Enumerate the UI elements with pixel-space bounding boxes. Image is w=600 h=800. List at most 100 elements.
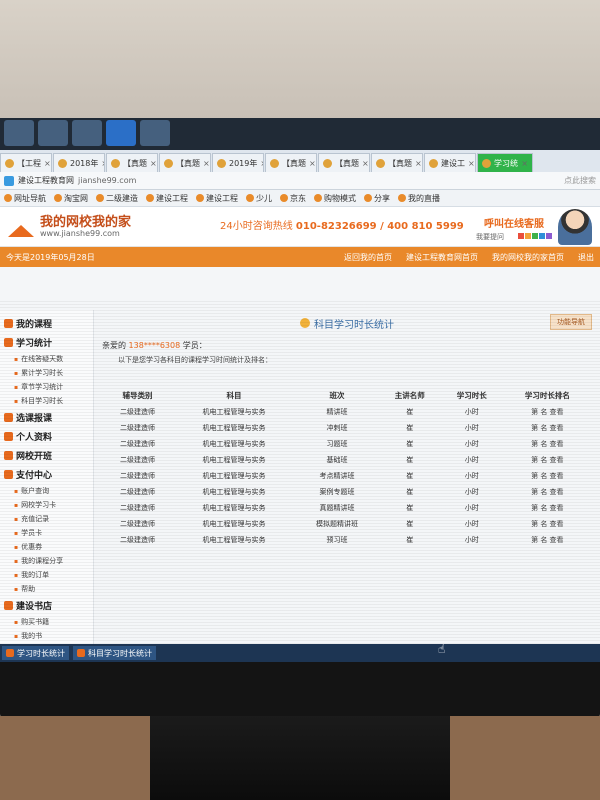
tab-close-icon[interactable]: ×	[260, 159, 263, 168]
sidebar-section[interactable]: 支付中心	[0, 465, 93, 484]
online-service-sub[interactable]: 我要提问	[476, 232, 504, 242]
nav-link[interactable]: 我的网校我的家首页	[492, 252, 564, 263]
bookmark-icon	[96, 194, 104, 202]
browser-tab[interactable]: 【真题 ×	[106, 153, 158, 172]
browser-tab[interactable]: 2019年×	[212, 153, 264, 172]
sidebar-item[interactable]: 我的订单	[0, 568, 93, 582]
table-cell: 小时	[464, 456, 479, 464]
sidebar-item[interactable]: 科目学习时长	[0, 394, 93, 408]
tab-close-icon[interactable]: ×	[415, 159, 422, 168]
table-cell: 小时	[464, 488, 479, 496]
sidebar-item[interactable]: 学员卡	[0, 526, 93, 540]
table-cell: 小时	[464, 408, 479, 416]
sidebar-item[interactable]: 网校学习卡	[0, 498, 93, 512]
browser-tab[interactable]: 建设工 ×	[424, 153, 476, 172]
desktop-shortcut-icon[interactable]	[72, 120, 102, 146]
tab-close-icon[interactable]: ×	[44, 159, 51, 168]
sidebar-item[interactable]: 我的书	[0, 629, 93, 643]
rank-cell[interactable]: 第 名 查看	[503, 468, 592, 484]
sidebar-section-title: 支付中心	[16, 471, 53, 481]
browser-tab[interactable]: 2018年×	[53, 153, 105, 172]
nav-link[interactable]: 建设工程教育网首页	[406, 252, 478, 263]
tab-close-icon[interactable]: ×	[468, 159, 475, 168]
sidebar-section[interactable]: 我的课程	[0, 314, 93, 333]
sidebar-item[interactable]: 账户查询	[0, 484, 93, 498]
bookmark-item[interactable]: 京东	[280, 193, 306, 204]
site-logo-title[interactable]: 我的网校我的家	[40, 211, 131, 230]
nav-link[interactable]: 退出	[578, 252, 594, 263]
address-bar[interactable]: 建设工程教育网 jianshe99.com 点此搜索	[0, 172, 600, 190]
sidebar-section[interactable]: 建设书店	[0, 596, 93, 615]
rank-cell[interactable]: 第 名 查看	[503, 500, 592, 516]
taskbar-item[interactable]: 学习时长统计	[2, 646, 69, 660]
tab-close-icon[interactable]: ×	[101, 159, 104, 168]
desktop-shortcut-icon[interactable]	[38, 120, 68, 146]
sidebar-item[interactable]: 章节学习统计	[0, 380, 93, 394]
browser-tab[interactable]: 学习统 ×	[477, 153, 533, 172]
bookmark-item[interactable]: 建设工程	[146, 193, 188, 204]
table-cell: 机电工程管理与实务	[202, 504, 266, 512]
bookmark-label: 京东	[290, 193, 306, 203]
table-cell: 崔	[406, 424, 414, 432]
rank-cell[interactable]: 第 名 查看	[503, 516, 592, 532]
table-cell: 机电工程管理与实务	[202, 440, 266, 448]
tab-close-icon[interactable]: ×	[362, 159, 369, 168]
desktop-shortcut-icon[interactable]	[4, 120, 34, 146]
desktop-shortcut-icon[interactable]	[140, 120, 170, 146]
browser-tab[interactable]: 【真题 ×	[159, 153, 211, 172]
bookmark-item[interactable]: 网址导航	[4, 193, 46, 204]
tab-label: 【真题	[388, 158, 412, 168]
desktop-shortcut-icon[interactable]	[106, 120, 136, 146]
address-search[interactable]: 点此搜索	[564, 175, 596, 186]
rank-cell[interactable]: 第 名 查看	[503, 452, 592, 468]
sidebar-section[interactable]: 学习统计	[0, 333, 93, 352]
tab-close-icon[interactable]: ×	[521, 159, 528, 168]
sidebar-item[interactable]: 购买书籍	[0, 615, 93, 629]
bookmark-item[interactable]: 我的直播	[398, 193, 440, 204]
sidebar-item[interactable]: 在线答疑天数	[0, 352, 93, 366]
bookmark-item[interactable]: 分享	[364, 193, 390, 204]
sidebar-section[interactable]: 网校开班	[0, 446, 93, 465]
address-url[interactable]: jianshe99.com	[78, 176, 560, 185]
notice-text: 以下是您学习各科目的课程学习时间统计及排名：	[118, 356, 272, 364]
wall-background	[0, 0, 600, 120]
online-service-link[interactable]: 呼叫在线客服	[484, 215, 544, 230]
function-nav-button[interactable]: 功能导航	[550, 314, 592, 330]
tab-label: 2019年	[229, 158, 258, 168]
sidebar-item[interactable]: 优惠券	[0, 540, 93, 554]
tab-close-icon[interactable]: ×	[150, 159, 157, 168]
sidebar-section[interactable]: 选课报课	[0, 408, 93, 427]
rank-cell[interactable]: 第 名 查看	[503, 532, 592, 548]
tab-favicon-icon	[111, 158, 120, 168]
rank-cell[interactable]: 第 名 查看	[503, 484, 592, 500]
browser-tab[interactable]: 【真题 ×	[318, 153, 370, 172]
rank-cell[interactable]: 第 名 查看	[503, 420, 592, 436]
sidebar-item[interactable]: 充值记录	[0, 512, 93, 526]
sidebar-section[interactable]: 个人资料	[0, 427, 93, 446]
bookmark-item[interactable]: 二级建造	[96, 193, 138, 204]
sidebar-item[interactable]: 帮助	[0, 582, 93, 596]
bookmark-item[interactable]: 建设工程	[196, 193, 238, 204]
table-header-cell: 班次	[329, 391, 345, 400]
browser-tab[interactable]: 【真题 ×	[371, 153, 423, 172]
browser-tab[interactable]: 【工程 ×	[0, 153, 52, 172]
bookmark-item[interactable]: 淘宝网	[54, 193, 88, 204]
taskbar-item[interactable]: 科目学习时长统计	[73, 646, 156, 660]
mouse-cursor-icon: ☝	[438, 642, 446, 656]
rank-cell[interactable]: 第 名 查看	[503, 404, 592, 420]
sidebar-item[interactable]: 累计学习时长	[0, 366, 93, 380]
bookmark-item[interactable]: 少儿	[246, 193, 272, 204]
nav-link[interactable]: 返回我的首页	[344, 252, 392, 263]
rank-cell[interactable]: 第 名 查看	[503, 436, 592, 452]
bookmark-label: 建设工程	[206, 193, 238, 203]
tab-close-icon[interactable]: ×	[203, 159, 210, 168]
bookmark-label: 我的直播	[408, 193, 440, 203]
sidebar-section-title: 学习统计	[16, 339, 53, 349]
bookmark-item[interactable]: 购物模式	[314, 193, 356, 204]
tab-close-icon[interactable]: ×	[309, 159, 316, 168]
browser-tab[interactable]: 【真题 ×	[265, 153, 317, 172]
sidebar-section-title: 个人资料	[16, 433, 53, 443]
table-cell: 机电工程管理与实务	[202, 536, 266, 544]
sidebar-item[interactable]: 我的课程分享	[0, 554, 93, 568]
taskbar-app-icon	[6, 649, 14, 657]
